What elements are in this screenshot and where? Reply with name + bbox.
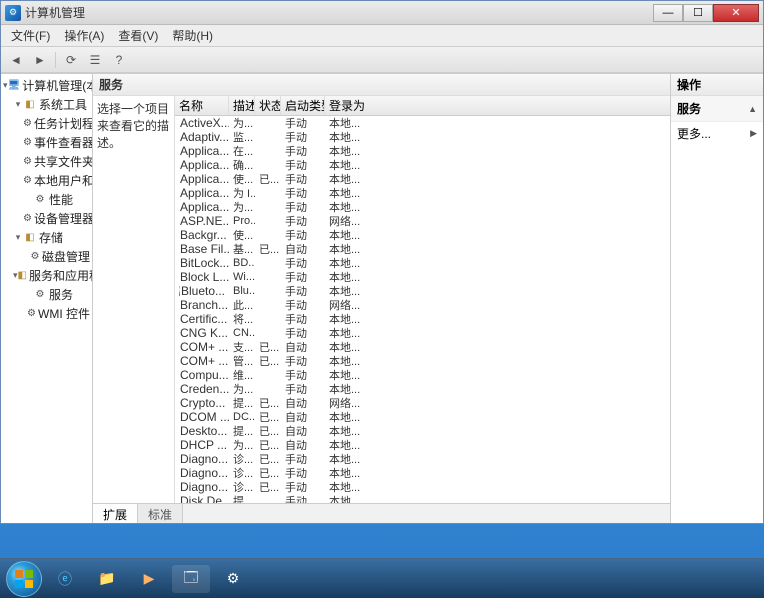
actions-pane: 操作 服务 ▲ 更多... ▶: [671, 74, 763, 523]
service-row[interactable]: Block L...Wi...手动本地...: [175, 270, 670, 284]
col-desc[interactable]: 描述: [229, 96, 255, 115]
minimize-button[interactable]: —: [653, 4, 683, 22]
maximize-button[interactable]: ☐: [683, 4, 713, 22]
detail-title: 服务: [93, 74, 670, 96]
tree-item[interactable]: ▾◧存储: [1, 228, 92, 247]
help-icon[interactable]: ?: [108, 50, 130, 70]
tree-label: 设备管理器: [34, 210, 93, 227]
menu-help[interactable]: 帮助(H): [166, 25, 219, 46]
tree-label: 计算机管理(本地: [22, 77, 93, 94]
tree-item[interactable]: ⚙设备管理器: [1, 209, 92, 228]
tree-item[interactable]: ⚙服务: [1, 285, 92, 304]
gear-icon: ⚙: [23, 155, 32, 169]
gear-icon: ⚙: [23, 212, 32, 226]
tab-standard[interactable]: 标准: [138, 504, 183, 523]
tree-item[interactable]: ⚙磁盘管理: [1, 247, 92, 266]
service-row[interactable]: Disk De...提...手动本地...: [175, 494, 670, 503]
menu-action[interactable]: 操作(A): [58, 25, 110, 46]
titlebar[interactable]: ⚙ 计算机管理 — ☐ ✕: [1, 1, 763, 25]
tree-item[interactable]: ⚙事件查看器: [1, 133, 92, 152]
tree-label: 服务: [49, 286, 73, 303]
toolbar-separator: [55, 52, 56, 68]
services-list: 名称 描述 状态 启动类型 登录为 ActiveX...为...手动本地...A…: [175, 96, 670, 503]
properties-button[interactable]: ☰: [84, 50, 106, 70]
tree-item[interactable]: ▾🖥计算机管理(本地: [1, 76, 92, 95]
list-body[interactable]: ActiveX...为...手动本地...Adaptiv...监...手动本地.…: [175, 116, 670, 503]
forward-button[interactable]: ►: [29, 50, 51, 70]
gear-icon: ⚙: [30, 250, 40, 264]
tree-item[interactable]: ⚙本地用户和: [1, 171, 92, 190]
nav-tree[interactable]: ▾🖥计算机管理(本地▾◧系统工具⚙任务计划程⚙事件查看器⚙共享文件夹⚙本地用户和…: [1, 74, 93, 523]
folder-icon: ◧: [23, 98, 37, 112]
actions-header: 操作: [671, 74, 763, 96]
tree-label: 服务和应用程: [29, 267, 93, 284]
service-row[interactable]: Base Fil...基...已...自动本地...: [175, 242, 670, 256]
gear-icon: ⚙: [27, 307, 36, 321]
service-row[interactable]: Crypto...提...已...自动网络...: [175, 396, 670, 410]
column-headers[interactable]: 名称 描述 状态 启动类型 登录为: [175, 96, 670, 116]
content-area: ▾🖥计算机管理(本地▾◧系统工具⚙任务计划程⚙事件查看器⚙共享文件夹⚙本地用户和…: [1, 73, 763, 523]
tree-label: WMI 控件: [38, 305, 90, 322]
gear-icon: ⚙: [23, 174, 32, 188]
detail-pane: 服务 选择一个项目来查看它的描述。 名称 描述 状态 启动类型 登录为 Acti…: [93, 74, 671, 523]
col-name[interactable]: 名称: [175, 96, 229, 115]
menubar: 文件(F) 操作(A) 查看(V) 帮助(H): [1, 25, 763, 47]
back-button[interactable]: ◄: [5, 50, 27, 70]
taskbar-explorer-icon[interactable]: 📁: [88, 565, 126, 593]
gear-icon: ⚙: [23, 136, 32, 150]
taskbar-app2-icon[interactable]: ⚙: [214, 565, 252, 593]
service-row[interactable]: Certific...将...手动本地...: [175, 312, 670, 326]
description-pane: 选择一个项目来查看它的描述。: [93, 96, 175, 503]
tab-extended[interactable]: 扩展: [93, 504, 138, 523]
collapse-icon[interactable]: ▲: [748, 104, 757, 114]
tree-label: 任务计划程: [34, 115, 93, 132]
action-more[interactable]: 更多... ▶: [671, 122, 763, 145]
close-button[interactable]: ✕: [713, 4, 759, 22]
expander-icon[interactable]: ▾: [13, 232, 23, 243]
folder-icon: ◧: [23, 231, 37, 245]
action-section[interactable]: 服务 ▲: [671, 96, 763, 122]
col-start[interactable]: 启动类型: [281, 96, 325, 115]
tree-item[interactable]: ⚙WMI 控件: [1, 304, 92, 323]
tree-item[interactable]: ▾◧服务和应用程: [1, 266, 92, 285]
col-state[interactable]: 状态: [255, 96, 281, 115]
refresh-button[interactable]: ⟳: [60, 50, 82, 70]
menu-file[interactable]: 文件(F): [5, 25, 56, 46]
expander-icon[interactable]: ▾: [13, 99, 23, 110]
toolbar: ◄ ► ⟳ ☰ ?: [1, 47, 763, 73]
start-button[interactable]: [6, 561, 42, 597]
mmc-window: ⚙ 计算机管理 — ☐ ✕ 文件(F) 操作(A) 查看(V) 帮助(H) ◄ …: [0, 0, 764, 524]
tree-label: 存储: [39, 229, 63, 246]
tree-label: 共享文件夹: [34, 153, 93, 170]
tree-item[interactable]: ⚙任务计划程: [1, 114, 92, 133]
taskbar[interactable]: ⓔ 📁 ▶ 🗔 ⚙: [0, 558, 764, 598]
service-row[interactable]: Applica...为...手动本地...: [175, 200, 670, 214]
gear-icon: ⚙: [33, 193, 47, 207]
tree-label: 本地用户和: [34, 172, 93, 189]
window-title: 计算机管理: [25, 4, 649, 21]
tree-label: 性能: [49, 191, 73, 208]
taskbar-app-icon[interactable]: 🗔: [172, 565, 210, 593]
service-row[interactable]: BitLock...BD...手动本地...: [175, 256, 670, 270]
taskbar-ie-icon[interactable]: ⓔ: [46, 565, 84, 593]
view-tabs: 扩展 标准: [93, 503, 670, 523]
root-icon: 🖥: [8, 79, 21, 93]
gear-icon: ⚙: [23, 117, 32, 131]
gear-icon: ⚙: [33, 288, 47, 302]
folder-icon: ◧: [18, 269, 27, 283]
tree-label: 系统工具: [39, 96, 87, 113]
tree-label: 磁盘管理: [42, 248, 90, 265]
taskbar-media-icon[interactable]: ▶: [130, 565, 168, 593]
menu-view[interactable]: 查看(V): [112, 25, 164, 46]
tree-item[interactable]: ⚙共享文件夹: [1, 152, 92, 171]
service-icon: [179, 286, 180, 296]
tree-item[interactable]: ⚙性能: [1, 190, 92, 209]
tree-label: 事件查看器: [34, 134, 93, 151]
chevron-right-icon: ▶: [750, 128, 757, 139]
tree-item[interactable]: ▾◧系统工具: [1, 95, 92, 114]
col-logon[interactable]: 登录为: [325, 96, 369, 115]
app-icon: ⚙: [5, 5, 21, 21]
